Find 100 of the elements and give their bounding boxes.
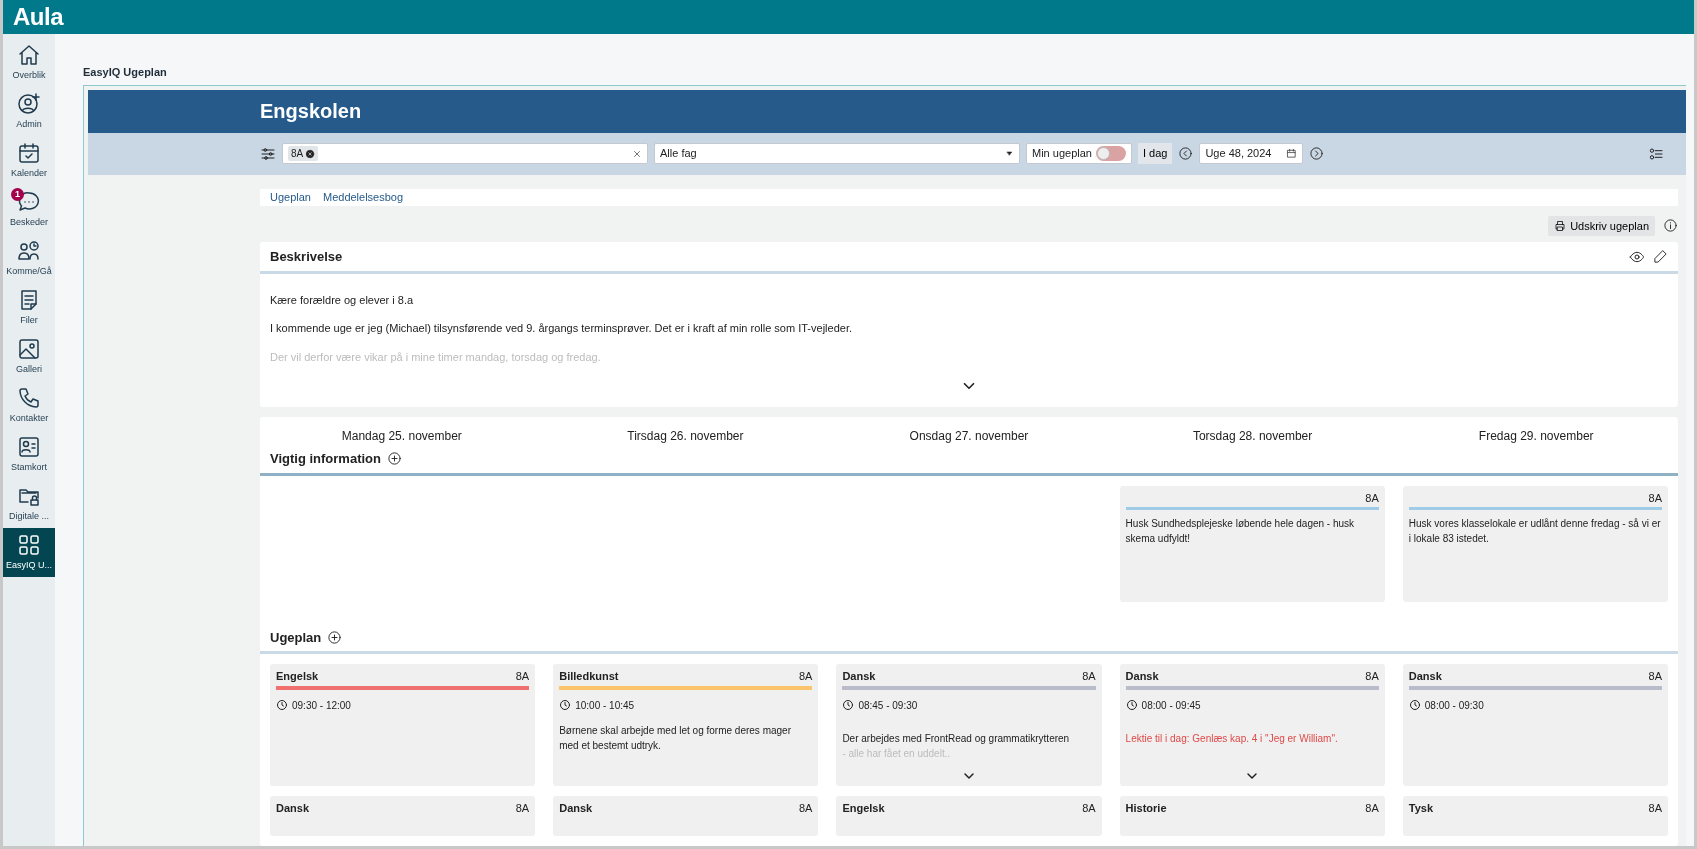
subject-label: Tysk [1408,801,1434,816]
sidebar-item[interactable]: Filer [3,283,55,332]
remove-icon [305,148,316,159]
people-icon [17,238,41,263]
lesson-card[interactable]: Engelsk 8A 09:30 - 12:00 [270,664,536,786]
sidebar-item[interactable]: Digitale ... [3,479,55,528]
class-label: 8A [1648,801,1662,816]
lesson-card[interactable]: Dansk 8A 08:00 - 09:45 Lektie til i dag: Genlæs kap. 4 i "Jeg er William". [1119,664,1385,786]
notification-badge: 1 [11,188,24,201]
class-label: 8A [1082,669,1096,684]
previous-icon[interactable] [1178,146,1194,161]
grid-icon [17,532,41,557]
subject-label: Dansk [559,801,593,816]
class-label: 8A [1365,669,1379,684]
calendar-icon [17,140,41,165]
note-text: Husk Sundhedsplejeske løbende hele dagen - husk skema udfyldt! [1125,517,1356,546]
subject-label: Dansk [276,801,310,816]
class-label: 8A [1365,801,1379,816]
tab[interactable]: Ugeplan [270,188,311,206]
image-icon [17,336,41,361]
class-label: 8A [798,801,813,816]
class-label: 8A [798,669,813,684]
clock-icon [276,699,288,711]
subject-label: Dansk [1125,669,1159,684]
lesson-card[interactable]: Dansk 8A [270,796,536,836]
user-plus-icon [17,91,41,116]
print-button[interactable]: Udskriv ugeplan [1548,215,1655,236]
add-icon[interactable] [327,629,343,645]
time-label: 10:00 - 10:45 [575,698,635,713]
lesson-card[interactable]: Dansk 8A 08:00 - 09:30 [1402,664,1668,786]
subject-label: Dansk [1408,669,1442,684]
lesson-card[interactable]: Tysk 8A [1402,796,1668,836]
section-title: Ugeplan [270,628,322,647]
class-label: 8A [1365,491,1379,504]
time-label: 08:45 - 09:30 [858,698,918,713]
id-card-icon [17,434,41,459]
day-heading: Onsdag 27. november [909,429,1029,443]
phone-icon [17,385,41,410]
lesson-card[interactable]: Dansk 8A [553,796,819,836]
calendar-icon [1286,148,1298,159]
class-label: 8A [1082,801,1096,816]
description-text: I kommende uge er jeg (Michael) tilsynsførende ved 9. årgangs terminsprøver. Det er i kraft af min rolle som IT-vejleder. [270,321,853,336]
sidebar-item[interactable]: Beskeder 1 [3,185,55,234]
min-ugeplan-toggle[interactable]: Min ugeplan [1026,143,1132,164]
sidebar-item[interactable]: EasyIQ U... [3,528,55,577]
clock-icon [1408,699,1421,711]
pencil-icon[interactable] [1653,249,1668,265]
time-label: 08:00 - 09:45 [1141,698,1201,713]
lesson-text: Lektie til i dag: Genlæs kap. 4 i "Jeg er William". [1125,731,1339,746]
subject-label: Historie [1125,801,1167,816]
sidebar-item[interactable]: Admin [3,87,55,136]
printer-icon [1554,219,1567,232]
page-title: EasyIQ Ugeplan [83,65,168,80]
week-field[interactable]: Uge 48, 2024 [1199,143,1304,164]
section-title: Vigtig information [270,450,381,468]
caret-icon [1005,149,1014,158]
add-icon[interactable] [387,451,402,467]
aula-logo: Aula [13,2,63,32]
lesson-text: Der arbejdes med FrontRead og grammatikrytteren [842,731,1071,746]
filter-icon[interactable] [260,145,276,162]
info-icon[interactable] [1663,218,1678,234]
lesson-card[interactable]: Historie 8A [1119,796,1385,836]
subject-select[interactable]: Alle fag [654,143,1020,164]
class-label: 8A [515,669,530,684]
subject-label: Billedkunst [559,669,619,684]
day-heading: Fredag 29. november [1478,429,1594,443]
sidebar-item[interactable]: Overblik [3,38,55,87]
lesson-card[interactable]: Billedkunst 8A 10:00 - 10:45 Børnene skal arbejde med let og forme deres mager med et bestemt udtryk. [553,664,819,786]
subject-label: Engelsk [276,669,319,684]
next-icon[interactable] [1309,146,1325,161]
sidebar-item[interactable]: Kontakter [3,381,55,430]
time-label: 09:30 - 12:00 [292,698,351,713]
class-filter-field[interactable]: 8A [282,143,648,164]
clock-icon [842,699,855,711]
class-label: 8A [1648,491,1662,504]
class-label: 8A [515,801,530,816]
day-heading: Torsdag 28. november [1192,429,1313,443]
clock-icon [1125,699,1138,711]
sidebar-item[interactable]: Galleri [3,332,55,381]
house-icon [17,42,41,67]
sidebar-item[interactable]: Komme/Gå [3,234,55,283]
sidebar-item[interactable]: Kalender [3,136,55,185]
day-heading: Tirsdag 26. november [627,429,744,443]
time-label: 08:00 - 09:30 [1424,698,1484,713]
today-button[interactable]: I dag [1137,143,1173,164]
subject-label: Dansk [842,669,876,684]
note-text: Husk vores klasselokale er udlånt denne fredag - så vi er i lokale 83 istedet. [1408,517,1662,546]
description-text: Kære forældre og elever i 8.a [270,292,415,308]
day-heading: Mandag 25. november [341,429,462,443]
clear-icon [632,148,642,159]
chat-icon [17,189,41,214]
subject-label: Engelsk [842,801,885,816]
lesson-card[interactable]: Engelsk 8A [836,796,1102,836]
class-label: 8A [1648,669,1662,684]
lesson-text: Børnene skal arbejde med let og forme deres mager med et bestemt udtryk. [559,723,792,753]
clock-icon [559,699,572,711]
sidebar-item[interactable]: Stamkort [3,430,55,479]
tab[interactable]: Meddelelsesbog [323,188,404,206]
school-name: Engskolen [260,99,362,124]
section-title: Beskrivelse [270,248,343,266]
